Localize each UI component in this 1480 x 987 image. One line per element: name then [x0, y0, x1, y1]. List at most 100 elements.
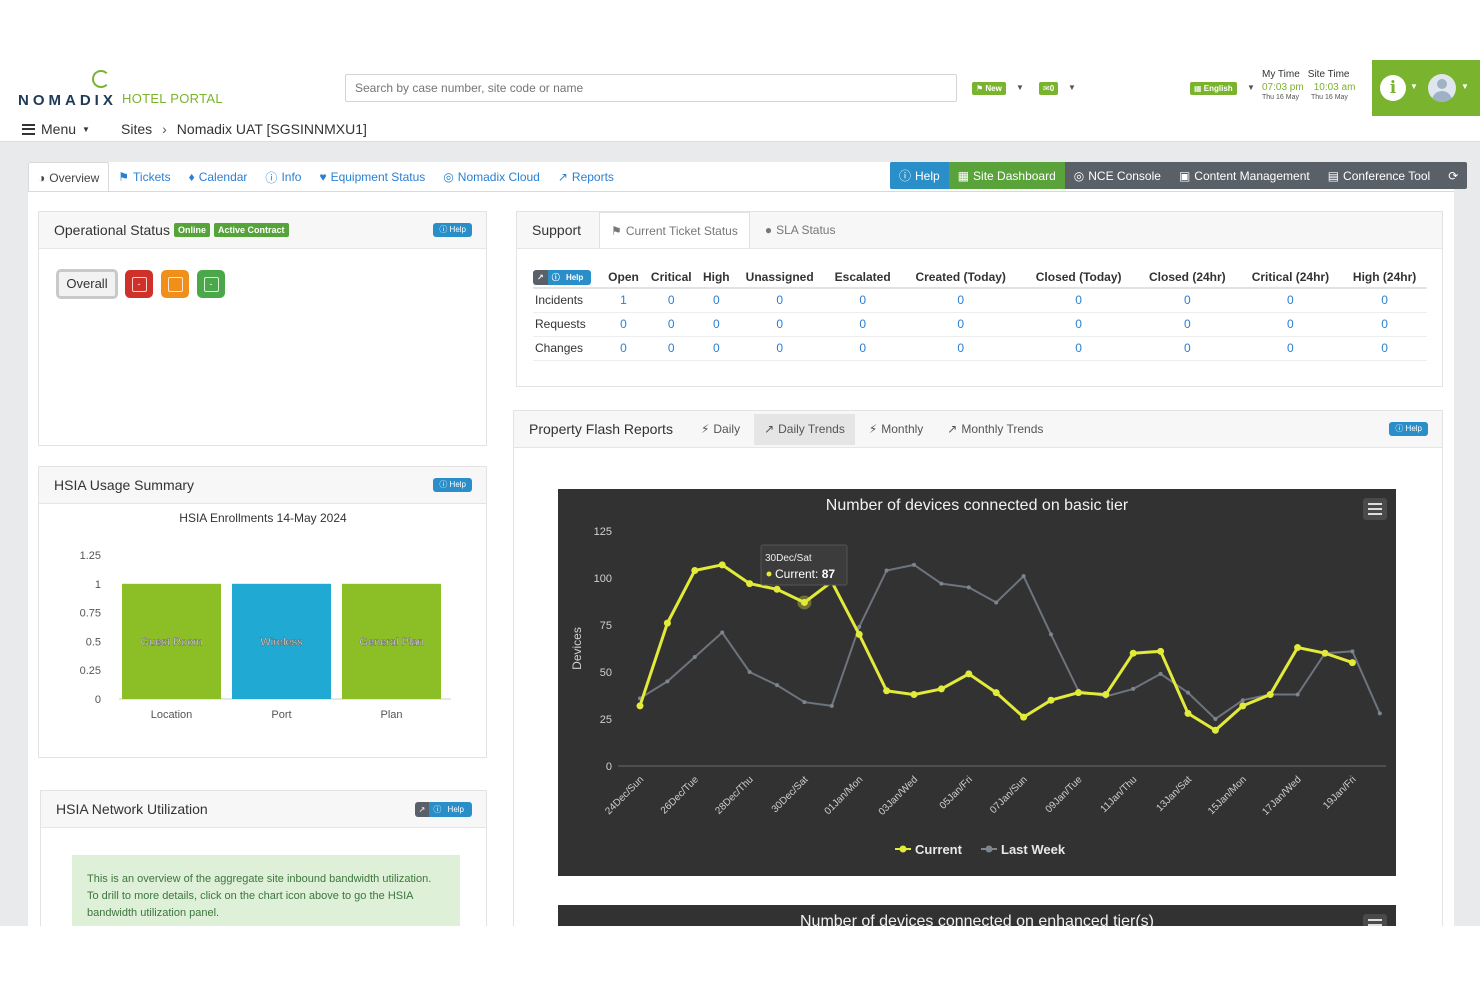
conference-tool-button[interactable]: ▤ Conference Tool: [1319, 162, 1440, 189]
data-point: [912, 562, 916, 567]
tab-sla-status[interactable]: ● SLA Status: [754, 212, 847, 248]
breadcrumb-sites[interactable]: Sites: [121, 121, 152, 137]
site-dashboard-button[interactable]: ▦ Site Dashboard: [948, 162, 1065, 189]
tab-monthly[interactable]: ⚡ Monthly: [859, 414, 933, 445]
tab-nomadix-cloud[interactable]: ◎ Nomadix Cloud: [434, 162, 549, 192]
data-point: [1377, 711, 1382, 716]
ticket-count-link[interactable]: 0: [1021, 288, 1137, 313]
nce-console-button[interactable]: ◎ NCE Console: [1065, 162, 1170, 189]
tab-info[interactable]: ⓘ Info: [256, 162, 310, 192]
tab-calendar[interactable]: ♦ Calendar: [180, 162, 257, 192]
status-square-red[interactable]: -: [125, 270, 153, 298]
ticket-count-link[interactable]: 0: [644, 288, 699, 313]
help-button[interactable]: ⓘ Help: [429, 802, 472, 817]
tab-tickets[interactable]: ⚑ Tickets: [109, 162, 179, 192]
ticket-count-link[interactable]: 0: [1021, 336, 1137, 361]
tab-daily[interactable]: ⚡ Daily: [691, 414, 750, 445]
chart-icon[interactable]: ↗: [414, 802, 430, 817]
ticket-count-link[interactable]: 0: [603, 336, 645, 361]
column-header: Created (Today): [900, 266, 1022, 289]
avatar-caret-icon[interactable]: ▼: [1461, 82, 1469, 91]
breadcrumb: Sites › Nomadix UAT [SGSINNMXU1]: [121, 121, 367, 137]
ticket-count-link[interactable]: 0: [1136, 336, 1239, 361]
tab-daily-trends[interactable]: ↗ Daily Trends: [754, 413, 855, 445]
ticket-count-link[interactable]: 1: [603, 288, 645, 313]
menu-button[interactable]: Menu ▼: [22, 121, 90, 137]
tab-monthly-trends[interactable]: ↗ Monthly Trends: [937, 414, 1053, 445]
ticket-count-link[interactable]: 0: [825, 336, 901, 361]
ticket-count-link[interactable]: 0: [1136, 288, 1239, 313]
ticket-count-link[interactable]: 0: [603, 312, 645, 337]
refresh-button[interactable]: ⟳: [1439, 162, 1467, 189]
tab-current-ticket-status[interactable]: ⚑ Current Ticket Status: [599, 212, 750, 248]
data-point: [1129, 649, 1137, 657]
new-label: New: [985, 84, 1002, 93]
ticket-count-link[interactable]: 0: [900, 336, 1022, 361]
info-caret-icon[interactable]: ▼: [1410, 82, 1418, 91]
ticket-count-link[interactable]: 0: [1136, 312, 1239, 337]
help-button[interactable]: ⓘ Help: [433, 478, 472, 492]
new-caret-icon[interactable]: ▼: [1016, 83, 1024, 92]
data-point: [1213, 717, 1218, 721]
tab-equipment-status[interactable]: ♥ Equipment Status: [310, 162, 434, 192]
tab-reports[interactable]: ↗ Reports: [549, 162, 623, 192]
y-tick-label: 1: [95, 579, 101, 591]
overall-button[interactable]: Overall: [56, 269, 118, 299]
new-button[interactable]: ⚑ New: [972, 82, 1006, 95]
status-square-orange[interactable]: [161, 270, 189, 298]
messages-button[interactable]: ✉0: [1039, 82, 1059, 95]
ticket-count-link[interactable]: 0: [1238, 312, 1343, 337]
avatar[interactable]: [1428, 74, 1456, 102]
status-square-green[interactable]: -: [197, 270, 225, 298]
ticket-count-link[interactable]: 0: [644, 312, 699, 337]
ticket-count-link[interactable]: 0: [734, 336, 826, 361]
status-symbol: [167, 276, 183, 292]
help-button[interactable]: ⓘ Help: [1389, 422, 1428, 436]
ticket-count-link[interactable]: 0: [1342, 312, 1427, 337]
support-panel: Support ⚑ Current Ticket Status ● SLA Stat…: [516, 211, 1443, 387]
ticket-count-link[interactable]: 0: [644, 336, 699, 361]
data-point: [802, 700, 807, 705]
tab-overview[interactable]: ◑ Overview: [28, 162, 110, 192]
panel-title: Property Flash Reports: [529, 421, 673, 437]
ticket-count-link[interactable]: 0: [1342, 288, 1427, 313]
x-tick-label: Location: [151, 709, 193, 721]
nomadix-logo[interactable]: NOMADIX HOTEL PORTAL: [16, 70, 236, 110]
ticket-count-link[interactable]: 0: [825, 288, 901, 313]
data-point: [1239, 702, 1247, 710]
ticket-count-link[interactable]: 0: [1342, 336, 1427, 361]
ticket-count-link[interactable]: 0: [734, 288, 826, 313]
ticket-count-link[interactable]: 0: [1238, 288, 1343, 313]
ticket-count-link[interactable]: 0: [734, 312, 826, 337]
content-management-button[interactable]: ▣ Content Management: [1170, 162, 1319, 189]
x-tick-label: Plan: [380, 709, 402, 721]
data-point: [1321, 649, 1329, 657]
column-header: Closed (Today): [1021, 266, 1137, 289]
ticket-count-link[interactable]: 0: [698, 288, 735, 313]
line-chart-svg: 0 25 50 75 100 125 Devices 24Dec/Sun 26Dec/Tue 28…: [570, 526, 1386, 857]
chart-legend[interactable]: Current Last Week: [895, 842, 1066, 857]
y-tick-label: 100: [594, 573, 612, 585]
time-display: My Time Site Time 07:03 pm 10:03 am Thu 16…: [1262, 69, 1362, 101]
chart-menu-icon[interactable]: [1363, 914, 1387, 926]
content-management-label: Content Management: [1194, 168, 1310, 183]
data-point: [720, 630, 725, 635]
messages-caret-icon[interactable]: ▼: [1068, 83, 1076, 92]
ticket-count-link[interactable]: 0: [698, 312, 735, 337]
y-tick-label: 125: [594, 526, 612, 538]
ticket-count-link[interactable]: 0: [1238, 336, 1343, 361]
ticket-count-link[interactable]: 0: [900, 312, 1022, 337]
language-caret-icon[interactable]: ▼: [1247, 83, 1255, 92]
ticket-count-link[interactable]: 0: [698, 336, 735, 361]
help-button[interactable]: ⓘ Help: [433, 223, 472, 237]
chart-icon[interactable]: ↗: [533, 269, 548, 285]
help-button[interactable]: ⓘ Help: [547, 269, 592, 285]
ticket-count-link[interactable]: 0: [900, 288, 1022, 313]
language-button[interactable]: ▦ English: [1190, 82, 1237, 95]
x-tick-label: 09Jan/Tue: [1044, 774, 1085, 815]
help-button[interactable]: ⓘ Help: [890, 162, 949, 189]
ticket-count-link[interactable]: 0: [1021, 312, 1137, 337]
info-icon[interactable]: i: [1380, 75, 1406, 101]
ticket-count-link[interactable]: 0: [825, 312, 901, 337]
search-input[interactable]: [345, 74, 957, 102]
